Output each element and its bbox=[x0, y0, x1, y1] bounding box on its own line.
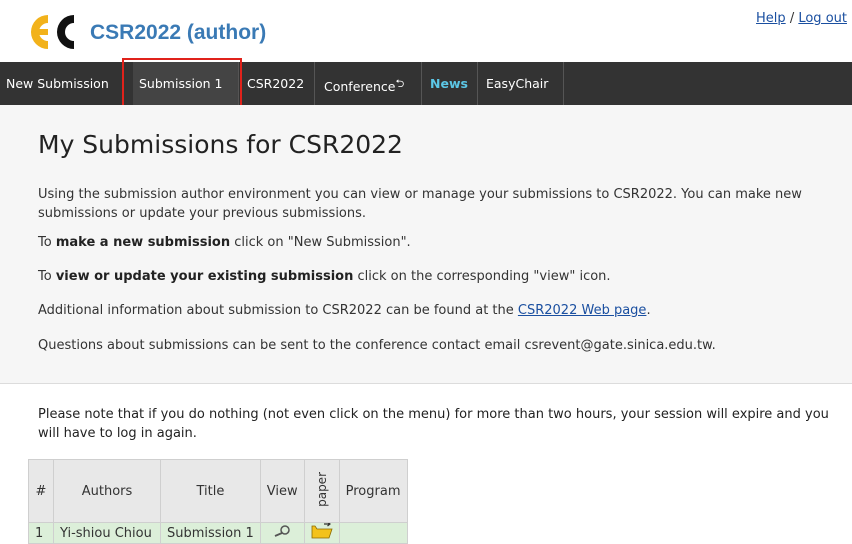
new-submission-hint: To make a new submission click on "New S… bbox=[38, 233, 848, 252]
col-program: Program bbox=[338, 459, 408, 523]
page-header: CSR2022 (author) Help / Log out bbox=[0, 0, 852, 62]
row-paper-cell bbox=[303, 521, 340, 544]
col-view: View bbox=[259, 459, 305, 523]
menu-csr2022[interactable]: CSR2022 bbox=[241, 62, 315, 105]
col-title: Title bbox=[160, 459, 261, 523]
app-title: CSR2022 (author) bbox=[90, 21, 267, 44]
row-title: Submission 1 bbox=[160, 522, 261, 544]
col-paper: paper bbox=[303, 459, 340, 523]
row-authors: Yi-shiou Chiou bbox=[53, 522, 161, 544]
folder-update-icon[interactable] bbox=[311, 521, 333, 539]
table-row: 1 Yi-shiou Chiou Submission 1 bbox=[28, 521, 408, 544]
magnifier-view-icon[interactable] bbox=[272, 524, 292, 538]
info-panel: My Submissions for CSR2022 Using the sub… bbox=[0, 105, 852, 384]
web-page-link[interactable]: CSR2022 Web page bbox=[518, 303, 647, 318]
menu-conference[interactable]: Conference⮌ bbox=[318, 62, 422, 105]
hint-suffix: click on the corresponding "view" icon. bbox=[353, 269, 611, 284]
submissions-table: # Authors Title View paper Program 1 Yi-… bbox=[28, 459, 408, 544]
menu-new-submission[interactable]: New Submission bbox=[0, 62, 123, 105]
view-submission-hint: To view or update your existing submissi… bbox=[38, 267, 848, 286]
row-program bbox=[338, 522, 408, 544]
info-suffix: . bbox=[646, 303, 651, 318]
additional-info: Additional information about submission … bbox=[38, 301, 848, 320]
easychair-logo bbox=[30, 14, 74, 49]
col-authors: Authors bbox=[53, 459, 161, 523]
hint-bold: make a new submission bbox=[55, 235, 231, 250]
table-header-row: # Authors Title View paper Program bbox=[28, 459, 408, 523]
session-note: Please note that if you do nothing (not … bbox=[38, 407, 829, 441]
logout-link[interactable]: Log out bbox=[798, 11, 847, 26]
col-number: # bbox=[28, 459, 54, 523]
main-menu: New Submission Submission 1 CSR2022 Conf… bbox=[0, 62, 852, 105]
menu-easychair[interactable]: EasyChair bbox=[480, 62, 564, 105]
menu-submission-1[interactable]: Submission 1 bbox=[133, 62, 239, 105]
hint-prefix: To bbox=[38, 269, 56, 284]
top-links: Help / Log out bbox=[756, 11, 847, 26]
return-arrow-icon: ⮌ bbox=[395, 77, 405, 90]
row-view-cell bbox=[259, 522, 305, 544]
info-prefix: Additional information about submission … bbox=[38, 303, 518, 318]
intro-text: Using the submission author environment … bbox=[38, 187, 802, 221]
col-paper-label: paper bbox=[314, 471, 329, 507]
hint-bold: view or update your existing submission bbox=[55, 269, 354, 284]
menu-conference-label: Conference bbox=[324, 79, 396, 94]
page-title: My Submissions for CSR2022 bbox=[38, 130, 403, 159]
hint-prefix: To bbox=[38, 235, 56, 250]
hint-suffix: click on "New Submission". bbox=[230, 235, 411, 250]
link-separator: / bbox=[789, 11, 795, 26]
contact-info: Questions about submissions can be sent … bbox=[38, 338, 716, 353]
menu-news[interactable]: News bbox=[424, 62, 478, 105]
row-number: 1 bbox=[28, 522, 54, 544]
help-link[interactable]: Help bbox=[756, 11, 786, 26]
